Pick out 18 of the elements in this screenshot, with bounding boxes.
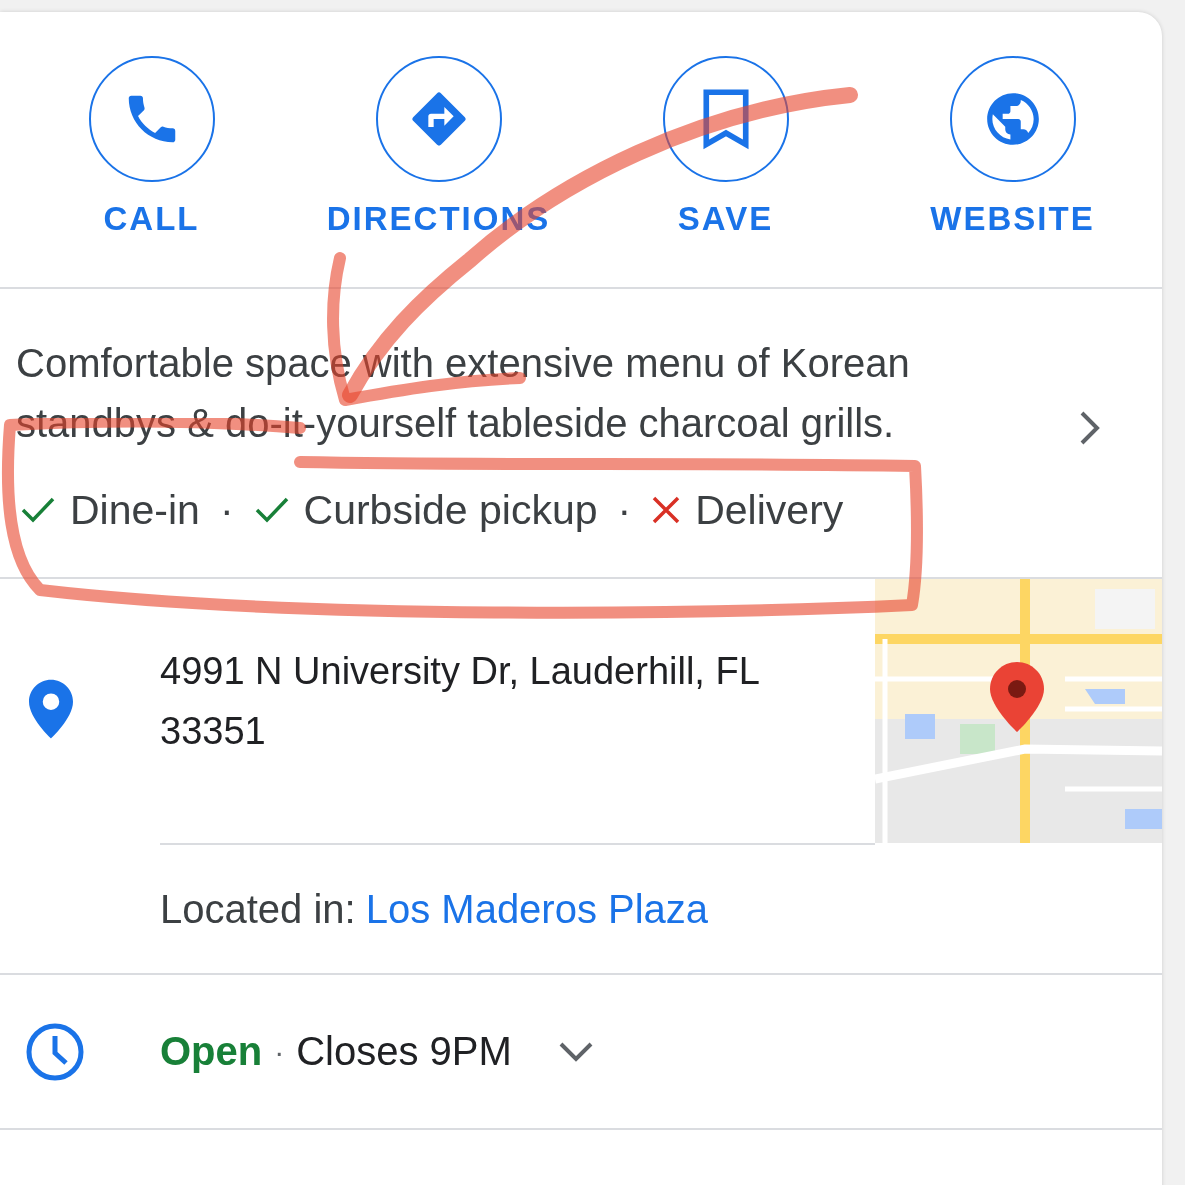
chevron-right-icon[interactable] <box>1078 409 1102 447</box>
place-link[interactable]: Los Maderos Plaza <box>365 886 709 932</box>
separator-dot: · <box>617 486 632 534</box>
separator-dot: · <box>274 1034 285 1069</box>
separator-dot: · <box>219 486 234 534</box>
amenity-label: Curbside pickup <box>303 486 598 534</box>
action-button[interactable]: SAVE <box>582 12 869 287</box>
closing-time: Closes 9PM <box>296 1029 512 1074</box>
action-button[interactable]: CALL <box>8 12 295 287</box>
address-text: 4991 N University Dr, Lauderhill, FL 33351 <box>160 649 760 754</box>
amenity-label: Dine-in <box>70 486 200 534</box>
action-button[interactable]: WEBSITE <box>869 12 1156 287</box>
amenity-label: Delivery <box>695 486 844 534</box>
open-status: Open <box>160 1029 263 1074</box>
chevron-down-icon[interactable] <box>557 1040 594 1063</box>
located-in-label: Located in: <box>160 886 356 932</box>
location-pin-icon <box>29 679 73 739</box>
clock-icon <box>25 1021 85 1082</box>
